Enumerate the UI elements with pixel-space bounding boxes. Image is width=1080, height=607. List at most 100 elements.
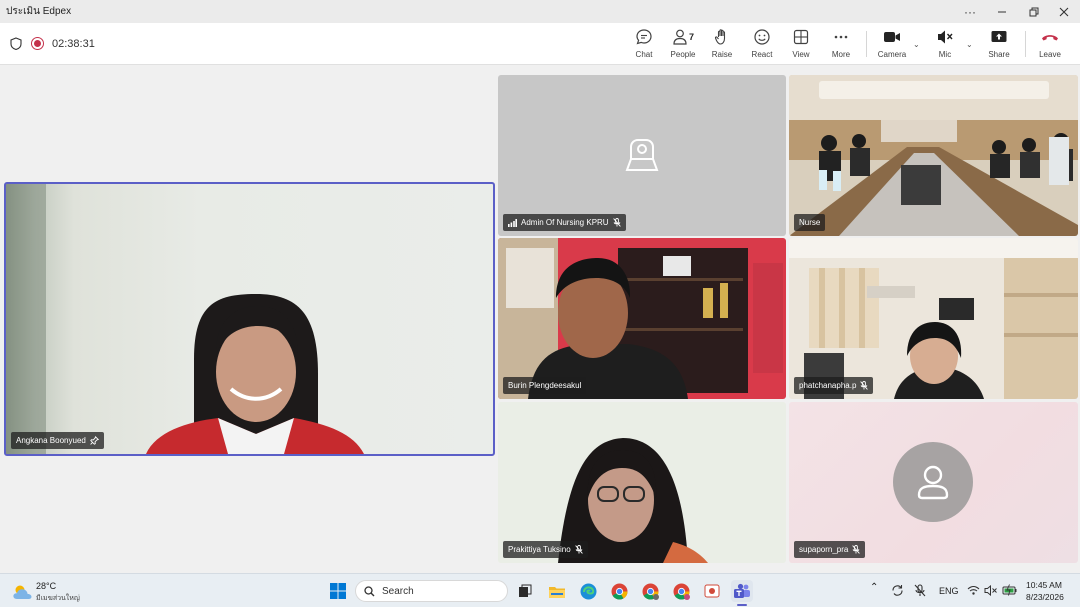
start-button[interactable] [327, 580, 349, 602]
chrome-button[interactable] [608, 580, 630, 602]
person-icon [917, 465, 949, 500]
camera-icon [883, 27, 901, 47]
participant-name: supaporn_pra [799, 545, 849, 554]
more-label: More [831, 50, 851, 59]
volume-muted-icon[interactable] [984, 585, 998, 596]
participant-name: Burin Plengdeesakul [508, 381, 582, 390]
leave-label: Leave [1039, 50, 1061, 59]
close-button[interactable] [1048, 0, 1080, 23]
windows-logo-icon [330, 583, 346, 599]
chrome-icon [611, 583, 627, 599]
share-label: Share [988, 50, 1010, 59]
participant-name: phatchanapha.p [799, 381, 857, 390]
camera-options-chevron-icon[interactable]: ⌄ [913, 40, 920, 49]
participant-video-frame [789, 238, 1078, 399]
weather-widget[interactable]: 28°C มีเมฆส่วนใหญ่ [8, 574, 98, 607]
participant-name-tag: Admin Of Nursing KPRU [503, 214, 626, 231]
chrome-icon [673, 583, 690, 600]
toolbar-divider [1025, 31, 1026, 57]
show-hidden-icons-chevron-icon[interactable]: ⌃ [870, 582, 878, 593]
weather-cloud-icon [13, 585, 32, 599]
participant-name: Admin Of Nursing KPRU [521, 218, 609, 227]
video-tile[interactable]: phatchanapha.p [789, 238, 1078, 399]
react-button[interactable]: React [740, 27, 784, 63]
file-explorer-button[interactable] [546, 580, 568, 602]
participant-name: Nurse [799, 218, 821, 227]
taskbar: 28°C มีเมฆส่วนใหญ่ Search ⌃ ENG 10:45 AM… [0, 573, 1080, 607]
weather-temperature: 28°C [36, 581, 57, 591]
chrome-profile-button[interactable] [639, 580, 661, 602]
leave-button[interactable]: Leave [1028, 27, 1072, 63]
mic-muted-icon [860, 381, 869, 390]
video-off-placeholder-icon [625, 139, 659, 171]
teams-button[interactable] [731, 580, 753, 606]
raise-label: Raise [711, 50, 733, 59]
language-indicator[interactable]: ENG [939, 586, 959, 596]
participant-name-tag: Prakittiya Tuksino [503, 541, 588, 558]
participant-name-tag: phatchanapha.p [794, 377, 874, 394]
participant-name: Prakittiya Tuksino [508, 545, 571, 554]
mic-muted-icon[interactable] [914, 584, 926, 597]
title-bar: ประเมิน Edpex ··· [0, 0, 1080, 23]
signal-strength-icon [508, 218, 517, 227]
clock-time[interactable]: 10:45 AM [1026, 580, 1062, 590]
featured-video-tile[interactable]: Angkana Boonyued [4, 182, 495, 456]
recording-indicator-icon [31, 37, 44, 50]
participant-video-frame [6, 184, 364, 454]
participant-name-tag: Burin Plengdeesakul [503, 377, 587, 394]
view-label: View [792, 50, 810, 59]
active-app-indicator [737, 604, 747, 606]
app-button[interactable] [701, 580, 723, 602]
minimize-button[interactable] [986, 0, 1018, 23]
mic-button[interactable]: Mic [923, 27, 967, 63]
more-button[interactable]: More [819, 27, 863, 63]
grid-view-icon [793, 27, 809, 47]
toolbar-divider [866, 31, 867, 57]
camera-label: Camera [877, 50, 907, 59]
video-tile[interactable]: Burin Plengdeesakul [498, 238, 786, 399]
video-tile[interactable]: Prakittiya Tuksino [498, 402, 786, 563]
folder-icon [549, 586, 565, 598]
chrome-profile-button[interactable] [670, 580, 692, 602]
mic-options-chevron-icon[interactable]: ⌄ [966, 40, 973, 49]
battery-charging-icon[interactable] [1002, 584, 1017, 596]
restore-button[interactable] [1018, 0, 1050, 23]
search-placeholder: Search [382, 585, 414, 597]
search-icon [364, 585, 375, 596]
edge-browser-button[interactable] [577, 580, 599, 602]
weather-description: มีเมฆส่วนใหญ่ [36, 595, 80, 602]
view-button[interactable]: View [779, 27, 823, 63]
participant-name-tag: Nurse [794, 214, 826, 231]
video-tile[interactable]: Nurse [789, 75, 1078, 236]
share-button[interactable]: Share [977, 27, 1021, 63]
video-tile[interactable]: supaporn_pra [789, 402, 1078, 563]
react-label: React [751, 50, 773, 59]
ellipsis-icon [833, 27, 849, 47]
people-label: People [670, 50, 696, 59]
mic-label: Mic [938, 50, 952, 59]
shield-icon[interactable] [10, 37, 22, 50]
task-view-button[interactable] [514, 580, 536, 602]
photos-app-icon [704, 584, 720, 598]
video-tile[interactable]: Admin Of Nursing KPRU [498, 75, 786, 236]
chat-button[interactable]: Chat [622, 27, 666, 63]
mic-muted-icon [852, 545, 861, 554]
pin-icon[interactable] [90, 436, 99, 445]
sync-icon[interactable] [891, 584, 904, 597]
taskbar-search[interactable]: Search [355, 580, 508, 602]
emoji-icon [753, 27, 771, 47]
more-options-icon[interactable]: ··· [954, 0, 986, 23]
participant-video-frame [498, 238, 783, 399]
camera-button[interactable]: Camera [870, 27, 914, 63]
wifi-icon[interactable] [967, 585, 980, 596]
chat-label: Chat [635, 50, 653, 59]
hang-up-icon [1040, 27, 1060, 47]
meeting-toolbar: 02:38:31 Chat 7 People Raise React View [0, 23, 1080, 65]
meeting-timer: 02:38:31 [52, 38, 95, 50]
raise-hand-button[interactable]: Raise [700, 27, 744, 63]
people-button[interactable]: 7 People [661, 27, 705, 63]
video-stage: Angkana Boonyued Admin Of Nursing KPRU N… [0, 65, 1080, 573]
clock-date[interactable]: 8/23/2026 [1026, 592, 1064, 602]
edge-icon [580, 583, 596, 599]
mic-muted-icon [936, 27, 954, 47]
